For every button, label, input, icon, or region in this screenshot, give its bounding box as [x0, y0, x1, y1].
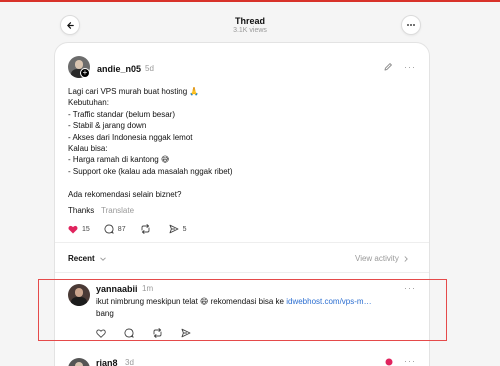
divider [55, 272, 429, 273]
red-badge-icon [385, 358, 393, 366]
sort-dropdown[interactable]: Recent [68, 254, 107, 263]
reply-comment-button[interactable] [124, 328, 138, 338]
post-body: Lagi cari VPS murah buat hosting 🙏 Kebut… [68, 87, 233, 199]
reply-actions [96, 328, 209, 338]
post-thanks-text: Thanks [68, 206, 95, 215]
thread-more-button[interactable] [401, 15, 421, 35]
share-count: 5 [182, 225, 187, 233]
reply-like-button[interactable] [96, 329, 110, 338]
translate-link[interactable]: Translate [101, 206, 134, 215]
post-username[interactable]: andie_n05 [97, 64, 141, 74]
reply-time: 1m [142, 284, 154, 293]
comment-icon [104, 224, 114, 234]
comment-button[interactable]: 87 [104, 224, 126, 234]
page-title: Thread [234, 16, 265, 26]
thread-header: Thread 3.1K views [0, 2, 500, 44]
repost-icon [153, 328, 162, 338]
sort-label: Recent [68, 254, 95, 263]
like-count: 15 [82, 225, 90, 233]
more-horizontal-icon [407, 24, 415, 26]
post-actions: 15 87 5 [68, 224, 201, 234]
repost-icon [141, 224, 150, 234]
view-activity-label: View activity [355, 254, 399, 263]
view-activity-link[interactable]: View activity [355, 254, 409, 263]
send-icon [181, 328, 191, 338]
reply-share-button[interactable] [181, 328, 195, 338]
chevron-down-icon [99, 256, 106, 261]
next-reply-more-icon[interactable]: ··· [404, 356, 416, 366]
reply-repost-button[interactable] [152, 328, 167, 338]
edit-pencil-icon[interactable] [383, 62, 393, 72]
follow-plus-icon[interactable]: + [80, 68, 90, 78]
reply-avatar[interactable] [68, 284, 90, 306]
comment-icon [124, 328, 134, 338]
like-button[interactable]: 15 [68, 225, 90, 234]
heart-filled-icon [68, 225, 78, 233]
reply-text-before: ikut nimbrung meskipun telat 😄 rekomenda… [96, 297, 287, 306]
heart-outline-icon [96, 329, 106, 338]
divider [55, 242, 429, 243]
next-reply-username[interactable]: rian8 [96, 358, 118, 366]
next-reply-time: 3d [125, 358, 134, 366]
share-button[interactable]: 5 [169, 224, 187, 234]
repost-button[interactable] [140, 224, 155, 234]
reply-body: ikut nimbrung meskipun telat 😄 rekomenda… [96, 296, 426, 320]
reply-username[interactable]: yannaabii [96, 284, 138, 294]
view-count: 3.1K views [233, 27, 267, 34]
post-more-icon[interactable]: ··· [404, 62, 416, 72]
chevron-right-icon [404, 255, 408, 262]
reply-more-icon[interactable]: ··· [404, 283, 416, 293]
send-icon [169, 224, 179, 234]
post-time: 5d [145, 64, 154, 73]
comment-count: 87 [117, 225, 126, 233]
reply-link[interactable]: idwebhost.com/vps-m… [286, 297, 371, 306]
reply-text-after: bang [96, 309, 114, 318]
